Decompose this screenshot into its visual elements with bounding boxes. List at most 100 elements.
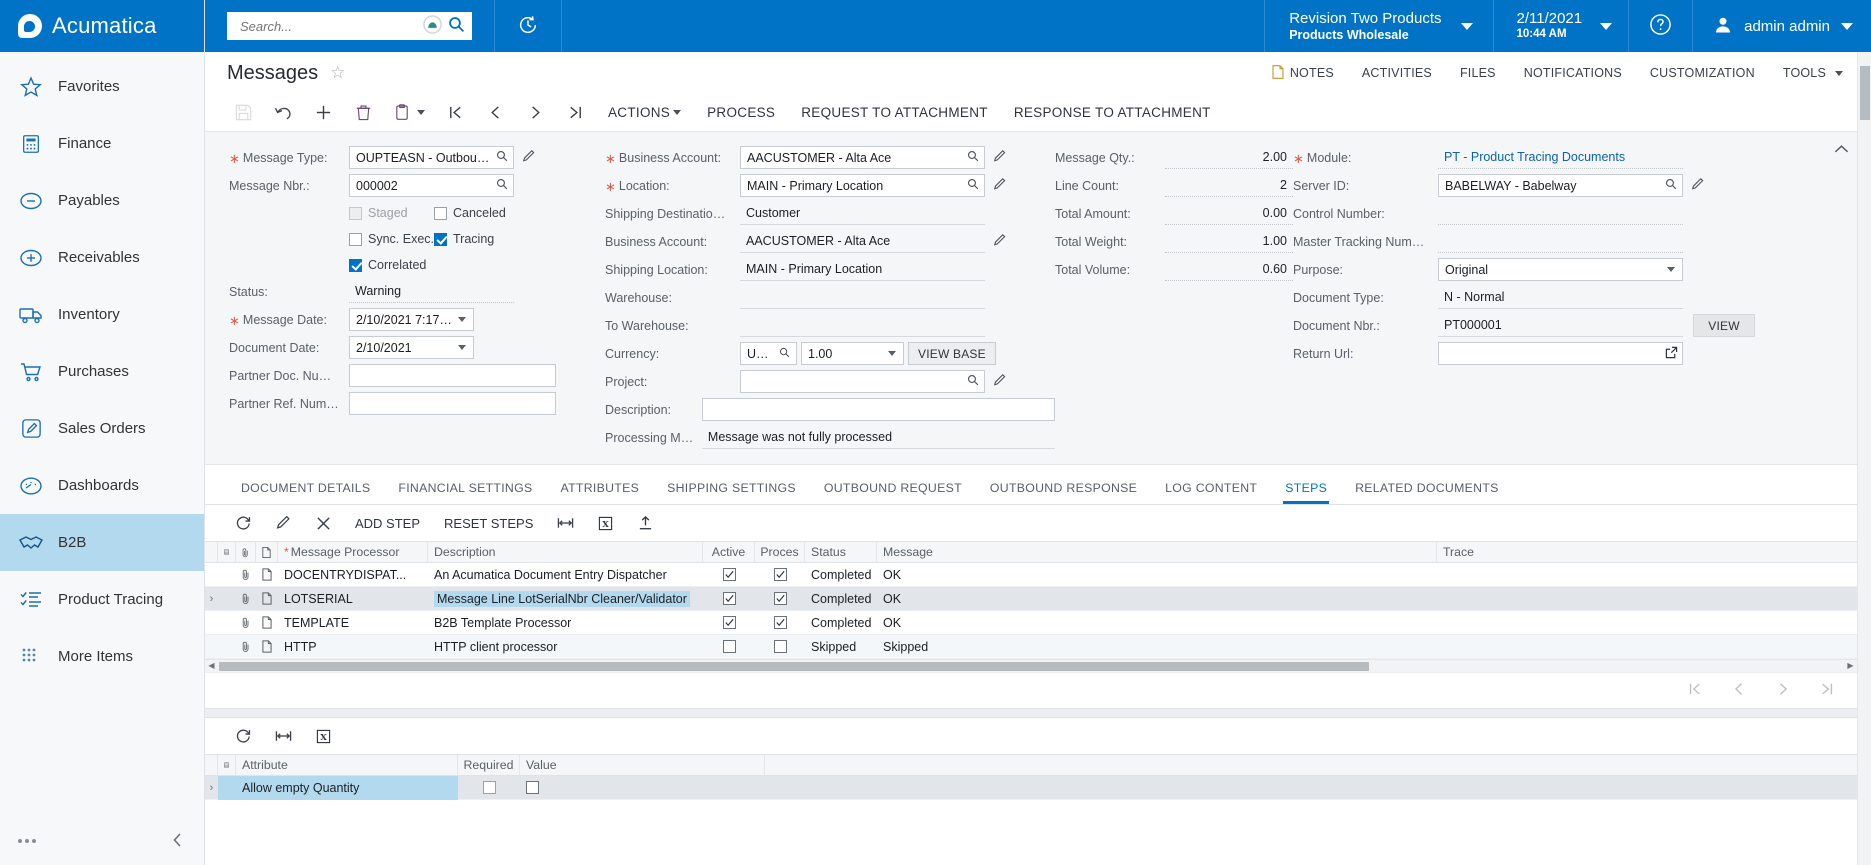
tab-log-content[interactable]: LOG CONTENT (1151, 481, 1271, 504)
project-input[interactable] (740, 370, 985, 393)
reset-steps-button[interactable]: RESET STEPS (432, 505, 545, 541)
view-base-button[interactable]: VIEW BASE (908, 342, 996, 365)
document-date-input[interactable]: 2/10/2021 (349, 336, 474, 359)
edit-pencil-icon[interactable] (992, 233, 1010, 251)
edit-pencil-icon[interactable] (992, 373, 1010, 391)
message-date-input[interactable]: 2/10/2021 7:17 PM (349, 308, 474, 331)
currency-input[interactable]: USD - (740, 342, 797, 365)
sidebar-item-b2b[interactable]: B2B (0, 514, 204, 571)
star-outline-icon[interactable]: ☆ (330, 63, 345, 83)
lookup-icon[interactable] (779, 347, 792, 361)
row-expander[interactable]: › (205, 587, 218, 611)
return-url-input[interactable] (1438, 342, 1683, 365)
user-menu[interactable]: admin admin (1693, 0, 1871, 52)
row-file-icon[interactable] (256, 587, 278, 611)
sidebar-item-favorites[interactable]: Favorites (0, 58, 204, 115)
tab-outbound-response[interactable]: OUTBOUND RESPONSE (976, 481, 1151, 504)
global-search[interactable] (227, 12, 472, 40)
search-input[interactable] (238, 17, 417, 35)
add-icon[interactable] (303, 94, 343, 132)
table-row[interactable]: › LOTSERIAL Message Line LotSerialNbr Cl… (205, 587, 1871, 611)
location-input[interactable]: MAIN - Primary Location (740, 174, 985, 197)
row-attachment-icon[interactable] (236, 611, 256, 635)
lookup-icon[interactable] (967, 178, 980, 193)
column-selector-icon[interactable] (218, 541, 236, 563)
panel-splitter[interactable] (205, 708, 1871, 718)
lookup-icon[interactable] (967, 374, 980, 389)
partner-doc-number-input[interactable] (349, 364, 556, 387)
lookup-icon[interactable] (967, 150, 980, 165)
app-logo[interactable]: Acumatica (0, 0, 204, 52)
col-header-message[interactable]: Message (877, 541, 1437, 563)
table-row[interactable]: TEMPLATE B2B Template Processor Complete… (205, 611, 1871, 635)
export-excel-icon[interactable]: X (303, 718, 343, 754)
message-type-input[interactable]: OUPTEASN - Outbound Prod (349, 146, 514, 169)
cell-active[interactable] (703, 587, 755, 611)
tab-steps[interactable]: STEPS (1271, 481, 1341, 504)
correlated-checkbox[interactable]: Correlated (349, 258, 426, 272)
scroll-left-icon[interactable]: ◀ (205, 662, 218, 670)
cell-active[interactable] (703, 635, 755, 659)
caret-down-icon[interactable] (458, 317, 466, 322)
link-notifications[interactable]: NOTIFICATIONS (1510, 66, 1636, 80)
edit-pencil-icon[interactable] (992, 177, 1010, 195)
row-attachment-icon[interactable] (236, 635, 256, 659)
tracing-checkbox[interactable]: Tracing (434, 232, 494, 246)
canceled-checkbox[interactable]: Canceled (434, 206, 506, 220)
undo-icon[interactable] (263, 94, 303, 132)
page-vertical-scrollbar[interactable] (1857, 52, 1871, 865)
row-select[interactable] (218, 635, 236, 659)
request-to-attachment-button[interactable]: REQUEST TO ATTACHMENT (788, 94, 1001, 132)
row-expander[interactable] (205, 563, 218, 587)
link-notes[interactable]: NOTES (1258, 64, 1348, 82)
tab-document-details[interactable]: DOCUMENT DETAILS (227, 481, 384, 504)
grid-horizontal-scrollbar[interactable]: ◀ ▶ (205, 659, 1871, 672)
process-button[interactable]: PROCESS (694, 94, 788, 132)
column-selector-icon[interactable] (218, 754, 236, 776)
caret-down-icon[interactable] (1667, 267, 1675, 272)
table-row[interactable]: DOCENTRYDISPAT... An Acumatica Document … (205, 563, 1871, 587)
edit-pencil-icon[interactable] (521, 149, 539, 167)
col-header-active[interactable]: Active (703, 541, 755, 563)
scroll-thumb[interactable] (219, 661, 1369, 671)
search-icon[interactable] (448, 16, 465, 36)
col-header-attribute[interactable]: Attribute (236, 754, 458, 776)
save-icon[interactable] (223, 94, 263, 132)
link-tools[interactable]: TOOLS (1769, 66, 1857, 80)
sidebar-item-product-tracing[interactable]: Product Tracing (0, 571, 204, 628)
tab-related-documents[interactable]: RELATED DOCUMENTS (1341, 481, 1513, 504)
page-last-icon[interactable] (1819, 681, 1835, 700)
cell-active[interactable] (703, 563, 755, 587)
search-assist-icon[interactable] (423, 15, 442, 37)
tab-outbound-request[interactable]: OUTBOUND REQUEST (810, 481, 976, 504)
tab-financial-settings[interactable]: FINANCIAL SETTINGS (384, 481, 546, 504)
caret-down-icon[interactable] (458, 345, 466, 350)
scroll-thumb[interactable] (1860, 66, 1870, 120)
purpose-select[interactable]: Original (1438, 258, 1683, 281)
col-header-status[interactable]: Status (805, 541, 877, 563)
page-prev-icon[interactable] (1731, 681, 1747, 700)
link-customization[interactable]: CUSTOMIZATION (1636, 66, 1769, 80)
lookup-icon[interactable] (1665, 178, 1678, 193)
add-step-button[interactable]: ADD STEP (343, 505, 432, 541)
cell-processed[interactable] (755, 635, 805, 659)
col-header-description[interactable]: Description (428, 541, 703, 563)
sidebar-item-purchases[interactable]: Purchases (0, 343, 204, 400)
tab-attributes[interactable]: ATTRIBUTES (546, 481, 653, 504)
row-file-icon[interactable] (256, 635, 278, 659)
staged-checkbox[interactable]: Staged (349, 206, 434, 220)
sidebar-item-payables[interactable]: Payables (0, 172, 204, 229)
partner-ref-number-input[interactable] (349, 392, 556, 415)
upload-icon[interactable] (625, 505, 665, 541)
collapse-form-icon[interactable] (1834, 142, 1849, 157)
first-record-icon[interactable] (435, 94, 475, 132)
module-value[interactable]: PT - Product Tracing Documents (1438, 146, 1683, 169)
scroll-right-icon[interactable]: ▶ (1844, 662, 1857, 670)
caret-down-icon[interactable] (888, 351, 896, 356)
row-select[interactable] (218, 611, 236, 635)
row-attachment-icon[interactable] (236, 563, 256, 587)
col-header-processed[interactable]: Proces (755, 541, 805, 563)
chevron-left-icon[interactable] (171, 832, 184, 851)
row-select[interactable] (218, 587, 236, 611)
edit-pencil-icon[interactable] (1690, 177, 1708, 195)
